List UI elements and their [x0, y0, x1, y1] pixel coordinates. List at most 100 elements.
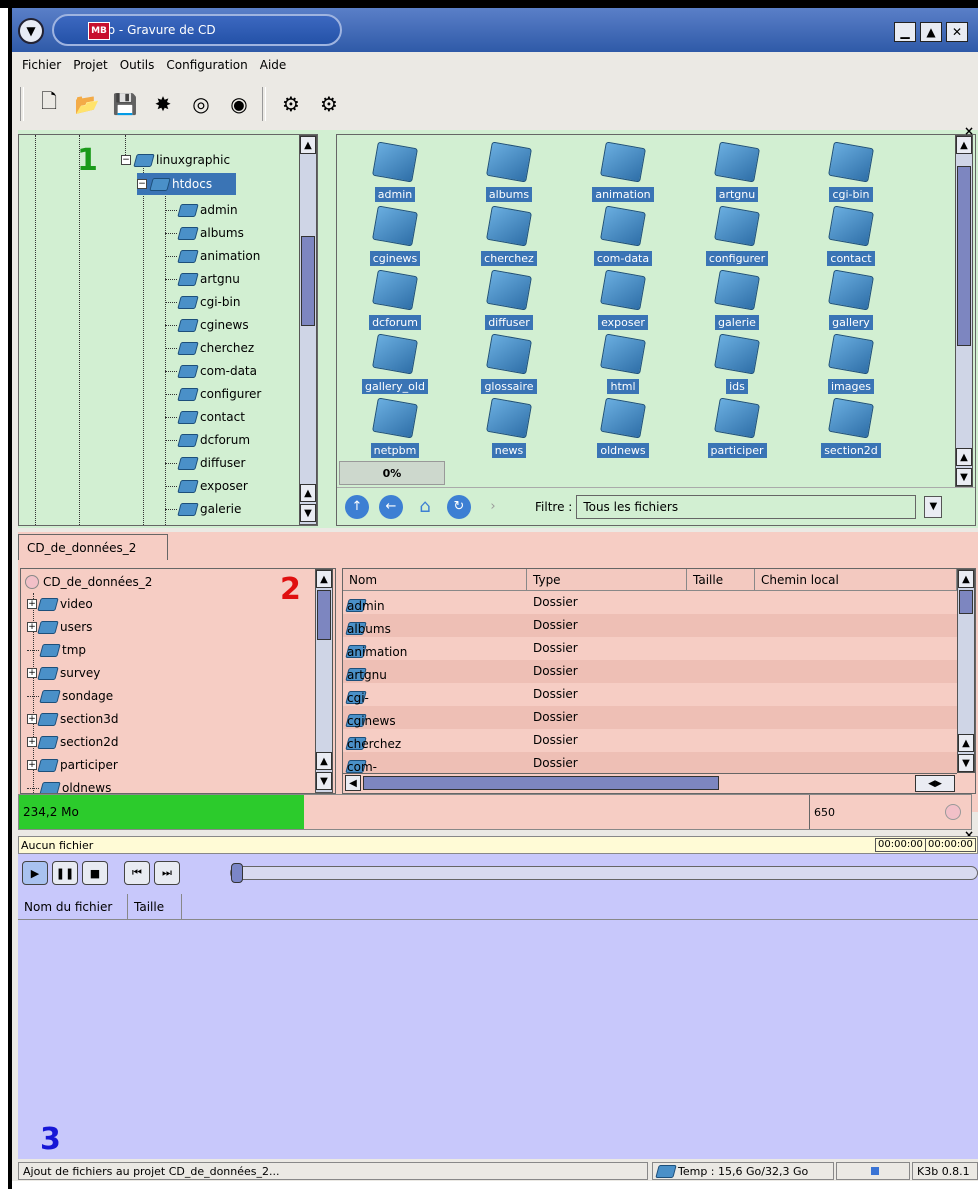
- open-icon[interactable]: 📂: [72, 89, 102, 119]
- tree-item[interactable]: galerie: [165, 498, 241, 520]
- scroll-down-icon[interactable]: ▼: [316, 772, 332, 790]
- folder-item[interactable]: cginews: [345, 205, 445, 273]
- expand-icon[interactable]: +: [27, 714, 37, 724]
- menu-projet[interactable]: Projet: [73, 58, 107, 72]
- project-tree-scrollbar[interactable]: ▲ ▲ ▼: [315, 569, 333, 793]
- table-row[interactable]: artgnu Dossier: [343, 660, 957, 683]
- scroll-up-icon[interactable]: ▲: [956, 136, 972, 154]
- maximize-button[interactable]: ▲: [920, 22, 942, 42]
- tree-item[interactable]: animation: [165, 245, 260, 267]
- scroll-down-icon[interactable]: ▼: [956, 468, 972, 486]
- table-row[interactable]: cginews Dossier: [343, 706, 957, 729]
- scroll-up-icon[interactable]: ▲: [300, 136, 316, 154]
- tree-item[interactable]: cgi-bin: [165, 291, 240, 313]
- scroll-thumb[interactable]: [959, 590, 973, 614]
- close-button[interactable]: ✕: [946, 22, 968, 42]
- folder-item[interactable]: artgnu: [687, 141, 787, 209]
- scroll-up-icon[interactable]: ▲: [958, 734, 974, 752]
- folder-item[interactable]: oldnews: [573, 397, 673, 465]
- tree-item[interactable]: cginews: [165, 314, 249, 336]
- folder-item[interactable]: glossaire: [459, 333, 559, 401]
- reload-icon[interactable]: ↻: [447, 494, 471, 519]
- settings2-icon[interactable]: ⚙: [314, 89, 344, 119]
- table-row[interactable]: animation Dossier: [343, 637, 957, 660]
- scroll-down-icon[interactable]: ▼: [958, 754, 974, 772]
- forward-icon[interactable]: ›: [481, 495, 505, 519]
- stop-icon[interactable]: ■: [82, 861, 108, 885]
- expand-icon[interactable]: +: [27, 737, 37, 747]
- tree-item[interactable]: contact: [165, 406, 245, 428]
- file-list-vscrollbar[interactable]: ▲ ▲ ▼: [957, 569, 975, 773]
- next-icon[interactable]: ⏭: [154, 861, 180, 885]
- column-header-taille[interactable]: Taille: [687, 569, 755, 591]
- clear-icon[interactable]: ✸: [148, 89, 178, 119]
- folder-item[interactable]: images: [801, 333, 901, 401]
- folder-item[interactable]: exposer: [573, 269, 673, 337]
- folder-item[interactable]: gallery_old: [345, 333, 445, 401]
- folder-item[interactable]: configurer: [687, 205, 787, 273]
- scroll-up-icon[interactable]: ▲: [956, 448, 972, 466]
- burn-icon[interactable]: ◎: [186, 89, 216, 119]
- folder-item[interactable]: ids: [687, 333, 787, 401]
- table-row[interactable]: cherchez Dossier: [343, 729, 957, 752]
- filter-select[interactable]: Tous les fichiers: [576, 494, 917, 519]
- folder-item[interactable]: contact: [801, 205, 901, 273]
- tree-item[interactable]: dcforum: [165, 429, 250, 451]
- expand-icon[interactable]: +: [27, 668, 37, 678]
- save-icon[interactable]: 💾: [110, 89, 140, 119]
- scroll-down-icon[interactable]: ▼: [300, 504, 316, 522]
- scroll-up-icon[interactable]: ▲: [958, 570, 974, 588]
- scroll-thumb[interactable]: [301, 236, 315, 326]
- directory-tree[interactable]: 1 − linuxgraphic − htdocs admin albums anima…: [18, 134, 318, 526]
- folder-item[interactable]: gallery: [801, 269, 901, 337]
- tree-item-htdocs-selected[interactable]: − htdocs: [137, 173, 237, 195]
- tree-item[interactable]: configurer: [165, 383, 261, 405]
- folder-item[interactable]: admin: [345, 141, 445, 209]
- tree-item[interactable]: + survey: [27, 662, 100, 684]
- folder-item[interactable]: cherchez: [459, 205, 559, 273]
- table-row[interactable]: albums Dossier: [343, 614, 957, 637]
- tree-item[interactable]: oldnews: [27, 777, 111, 793]
- tree-item[interactable]: cherchez: [165, 337, 254, 359]
- folder-item[interactable]: section2d: [801, 397, 901, 465]
- table-row[interactable]: com-dataDossier: [343, 752, 957, 788]
- collapse-icon[interactable]: −: [137, 179, 147, 189]
- expand-icon[interactable]: +: [27, 622, 37, 632]
- column-header-nom-du-fichier[interactable]: Nom du fichier: [18, 894, 128, 920]
- scroll-thumb[interactable]: [957, 166, 971, 346]
- back-icon[interactable]: ←: [379, 494, 403, 519]
- tree-item[interactable]: gallery: [165, 521, 241, 525]
- cd-size-icon[interactable]: [945, 804, 961, 820]
- folder-icon-view[interactable]: admin albums animation artgnu cgi-bin cginews…: [336, 134, 976, 526]
- tree-item[interactable]: + participer: [27, 754, 118, 776]
- tree-item[interactable]: diffuser: [165, 452, 245, 474]
- column-header-chemin[interactable]: Chemin local: [755, 569, 957, 591]
- pause-icon[interactable]: ❚❚: [52, 861, 78, 885]
- folder-item[interactable]: diffuser: [459, 269, 559, 337]
- tree-item[interactable]: exposer: [165, 475, 248, 497]
- folder-item[interactable]: galerie: [687, 269, 787, 337]
- scroll-left-icon[interactable]: ◀: [345, 775, 361, 791]
- column-header-nom[interactable]: Nom: [343, 569, 527, 591]
- tree-scrollbar[interactable]: ▲ ▲ ▼: [299, 135, 317, 525]
- close-panel-icon[interactable]: ×: [964, 124, 974, 138]
- previous-icon[interactable]: ⏮: [124, 861, 150, 885]
- tree-item-linuxgraphic[interactable]: − linuxgraphic: [121, 149, 230, 171]
- folder-item[interactable]: news: [459, 397, 559, 465]
- table-row[interactable]: admin Dossier: [343, 591, 957, 614]
- collapse-icon[interactable]: −: [121, 155, 131, 165]
- scroll-thumb[interactable]: [363, 776, 719, 790]
- menu-aide[interactable]: Aide: [260, 58, 287, 72]
- scroll-up-icon[interactable]: ▲: [316, 752, 332, 770]
- copy-cd-icon[interactable]: ◉: [224, 89, 254, 119]
- folder-item[interactable]: com-data: [573, 205, 673, 273]
- expand-icon[interactable]: +: [27, 599, 37, 609]
- scroll-up-icon[interactable]: ▲: [300, 484, 316, 502]
- scroll-thumb[interactable]: [317, 590, 331, 640]
- dropdown-arrow-icon[interactable]: ▼: [924, 495, 943, 518]
- seek-slider[interactable]: [230, 863, 978, 883]
- scroll-left-right-icon[interactable]: ◀▶: [915, 775, 955, 792]
- home-icon[interactable]: ⌂: [413, 495, 437, 519]
- minimize-button[interactable]: ▁: [894, 22, 916, 42]
- folder-item[interactable]: albums: [459, 141, 559, 209]
